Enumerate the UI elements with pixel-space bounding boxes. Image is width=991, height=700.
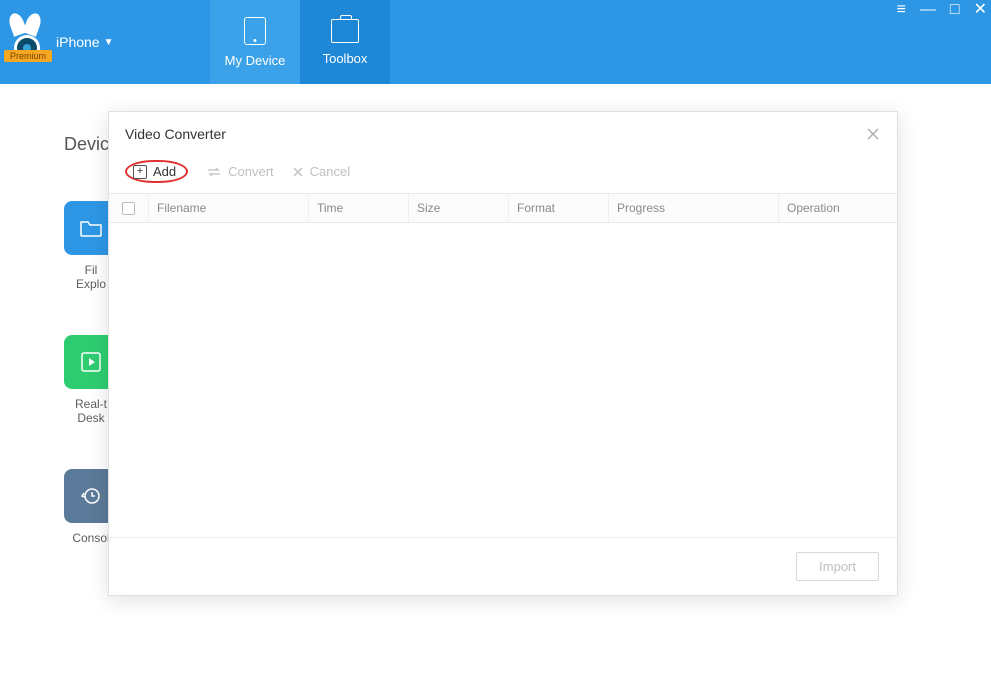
menu-icon[interactable]: ≡: [897, 2, 906, 18]
tab-my-device-label: My Device: [225, 53, 286, 68]
modal-title: Video Converter: [125, 126, 226, 142]
cancel-button-label: Cancel: [310, 164, 350, 179]
tab-toolbox[interactable]: Toolbox: [300, 0, 390, 84]
tile-label: Real-t: [75, 397, 107, 411]
tile-label: Explo: [76, 277, 106, 291]
import-button[interactable]: Import: [796, 552, 879, 581]
col-size[interactable]: Size: [409, 194, 509, 222]
video-converter-modal: Video Converter + Add Convert Cancel Fil…: [108, 111, 898, 596]
minimize-icon[interactable]: —: [920, 2, 936, 18]
select-all-checkbox[interactable]: [122, 202, 135, 215]
chevron-down-icon: ▼: [104, 37, 114, 48]
premium-badge: Premium: [4, 50, 52, 62]
add-button-label: Add: [153, 164, 176, 179]
nav-tabs: My Device Toolbox: [210, 0, 390, 84]
top-bar: Premium iPhone ▼ My Device Toolbox ≡ — □…: [0, 0, 991, 84]
col-time[interactable]: Time: [309, 194, 409, 222]
modal-header: Video Converter: [109, 112, 897, 154]
col-progress[interactable]: Progress: [609, 194, 779, 222]
window-controls: ≡ — □ ✕: [897, 2, 987, 18]
modal-toolbar: + Add Convert Cancel: [109, 154, 897, 193]
close-icon[interactable]: [865, 126, 881, 142]
logo-area: Premium iPhone ▼: [0, 0, 210, 84]
col-format[interactable]: Format: [509, 194, 609, 222]
cancel-icon: [292, 166, 304, 178]
add-button[interactable]: + Add: [125, 160, 188, 183]
tab-toolbox-label: Toolbox: [323, 51, 368, 66]
device-selector-label: iPhone: [56, 34, 100, 50]
plus-icon: +: [133, 165, 147, 179]
convert-button-label: Convert: [228, 164, 274, 179]
tile-label: Consol: [72, 531, 109, 545]
col-filename[interactable]: Filename: [149, 194, 309, 222]
tablet-icon: [244, 17, 266, 45]
maximize-icon[interactable]: □: [950, 2, 960, 18]
convert-button[interactable]: Convert: [206, 164, 274, 179]
close-window-icon[interactable]: ✕: [974, 2, 987, 18]
col-operation[interactable]: Operation: [779, 194, 897, 222]
convert-icon: [206, 166, 222, 178]
cancel-button[interactable]: Cancel: [292, 164, 350, 179]
tile-label: Fil: [76, 263, 106, 277]
select-all-cell: [109, 194, 149, 222]
table-body-empty: [109, 223, 897, 537]
tab-my-device[interactable]: My Device: [210, 0, 300, 84]
modal-footer: Import: [109, 537, 897, 595]
device-selector[interactable]: iPhone ▼: [56, 34, 114, 50]
table-header: Filename Time Size Format Progress Opera…: [109, 193, 897, 223]
toolbox-icon: [331, 19, 359, 43]
tile-label: Desk: [75, 411, 107, 425]
